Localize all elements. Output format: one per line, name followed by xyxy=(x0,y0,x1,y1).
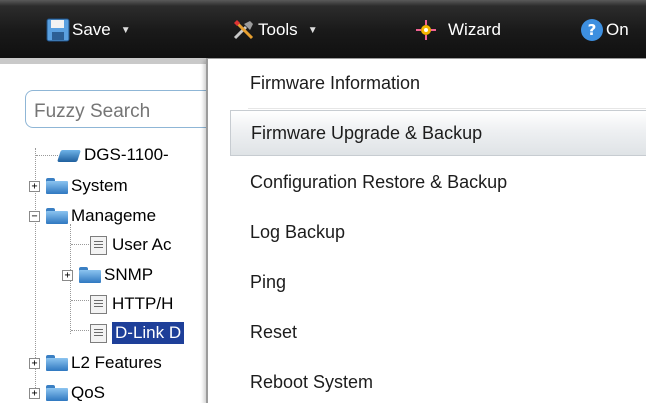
save-button[interactable]: Save ▼ xyxy=(46,17,131,43)
tools-label: Tools xyxy=(258,20,298,39)
tree-line xyxy=(71,244,89,245)
tree-item-label: L2 Features xyxy=(71,353,162,372)
tree-item-http[interactable]: HTTP/H xyxy=(90,293,173,315)
tree-item-user-accounts[interactable]: User Ac xyxy=(90,234,172,256)
expand-plus-icon[interactable]: + xyxy=(29,357,40,369)
menu-item-reset[interactable]: Reset xyxy=(210,310,646,356)
menu-item-ping[interactable]: Ping xyxy=(210,260,646,306)
tools-icon xyxy=(232,18,256,42)
top-toolbar: Save ▼ Tools ▼ Wizard ? On xyxy=(0,0,646,58)
tree-item-label: Manageme xyxy=(71,206,157,225)
online-help-button[interactable]: ? On xyxy=(580,17,629,43)
menu-item-log-backup[interactable]: Log Backup xyxy=(210,210,646,256)
folder-open-icon xyxy=(46,208,68,224)
folder-icon xyxy=(46,178,68,194)
tree-item-management[interactable]: − Manageme xyxy=(29,205,156,227)
tree-item-l2-features[interactable]: + L2 Features xyxy=(29,352,162,374)
folder-icon xyxy=(46,385,68,401)
expand-plus-icon[interactable]: + xyxy=(62,269,73,281)
expand-plus-icon[interactable]: + xyxy=(29,387,40,399)
folder-icon xyxy=(46,355,68,371)
help-circle-icon: ? xyxy=(580,18,604,42)
menu-item-firmware-information[interactable]: Firmware Information xyxy=(210,61,646,107)
tree-item-label: DGS-1100- xyxy=(84,145,169,164)
search-input[interactable] xyxy=(25,90,225,128)
tree-line xyxy=(36,155,58,156)
online-help-label: On xyxy=(606,20,629,39)
tree-item-label: User Ac xyxy=(112,235,172,254)
tree-line xyxy=(71,330,89,331)
tree-item-device[interactable]: DGS-1100- xyxy=(57,144,169,166)
switch-device-icon xyxy=(57,146,81,164)
tree-item-label: System xyxy=(71,176,128,195)
expand-plus-icon[interactable]: + xyxy=(29,180,40,192)
navigation-tree-panel: DGS-1100- + System − Manageme User Ac + … xyxy=(0,58,225,403)
save-label: Save xyxy=(72,20,111,39)
tree-item-label: SNMP xyxy=(104,265,154,284)
tree-item-label: HTTP/H xyxy=(112,294,174,313)
tree-item-label: D-Link D xyxy=(112,322,185,344)
floppy-disk-icon xyxy=(46,18,70,42)
tree-item-qos[interactable]: + QoS xyxy=(29,382,105,403)
menu-separator xyxy=(248,108,646,109)
document-icon xyxy=(90,323,107,343)
collapse-minus-icon[interactable]: − xyxy=(29,210,40,222)
tree-item-snmp[interactable]: + SNMP xyxy=(62,264,153,286)
tools-dropdown-menu: Firmware Information Firmware Upgrade & … xyxy=(206,58,646,403)
menu-item-configuration-restore-backup[interactable]: Configuration Restore & Backup xyxy=(210,160,646,206)
document-icon xyxy=(90,294,107,314)
tools-button[interactable]: Tools ▼ xyxy=(232,17,318,43)
folder-icon xyxy=(79,267,101,283)
menu-item-reboot-system[interactable]: Reboot System xyxy=(210,360,646,403)
wizard-label: Wizard xyxy=(448,20,501,39)
tree-item-dlink-discover[interactable]: D-Link D xyxy=(90,322,185,344)
tree-line xyxy=(71,300,89,301)
document-icon xyxy=(90,235,107,255)
wizard-button[interactable]: Wizard xyxy=(414,17,501,43)
svg-text:?: ? xyxy=(588,21,597,39)
tree-item-label: QoS xyxy=(71,383,106,402)
menu-item-firmware-upgrade-backup[interactable]: Firmware Upgrade & Backup xyxy=(230,110,646,156)
wizard-icon xyxy=(414,18,438,42)
chevron-down-icon: ▼ xyxy=(120,24,131,36)
chevron-down-icon: ▼ xyxy=(307,24,318,36)
tree-item-system[interactable]: + System xyxy=(29,175,128,197)
